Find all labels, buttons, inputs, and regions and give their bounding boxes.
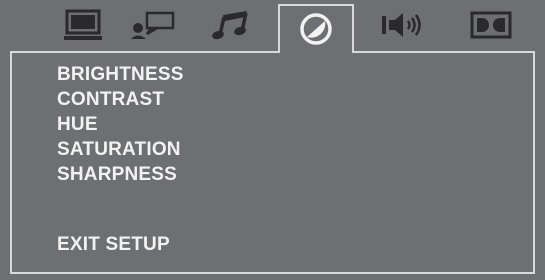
menu-item-hue[interactable]: HUE [57, 113, 98, 137]
menu-item-brightness[interactable]: BRIGHTNESS [57, 63, 184, 87]
tab-video[interactable] [278, 4, 354, 52]
menu-item-exit-setup[interactable]: EXIT SETUP [57, 233, 170, 257]
tab-audio[interactable] [206, 6, 256, 44]
menu-item-saturation[interactable]: SATURATION [57, 138, 181, 162]
speech-person-icon [131, 11, 175, 39]
video-adjust-icon [300, 13, 332, 45]
menu-item-sharpness[interactable]: SHARPNESS [57, 163, 177, 187]
active-tab-joint [280, 51, 352, 54]
setup-screen: BRIGHTNESS CONTRAST HUE SATURATION SHARP… [0, 0, 545, 280]
menu-item-contrast[interactable]: CONTRAST [57, 88, 164, 112]
tab-language[interactable] [126, 6, 180, 44]
speaker-icon [382, 13, 421, 37]
tab-general[interactable] [58, 6, 108, 44]
dolby-icon [470, 11, 512, 39]
tab-speaker[interactable] [376, 6, 430, 44]
setup-tab-bar [0, 0, 545, 52]
tab-dolby[interactable] [464, 6, 518, 44]
monitor-icon [64, 9, 102, 40]
music-note-icon [212, 11, 248, 40]
